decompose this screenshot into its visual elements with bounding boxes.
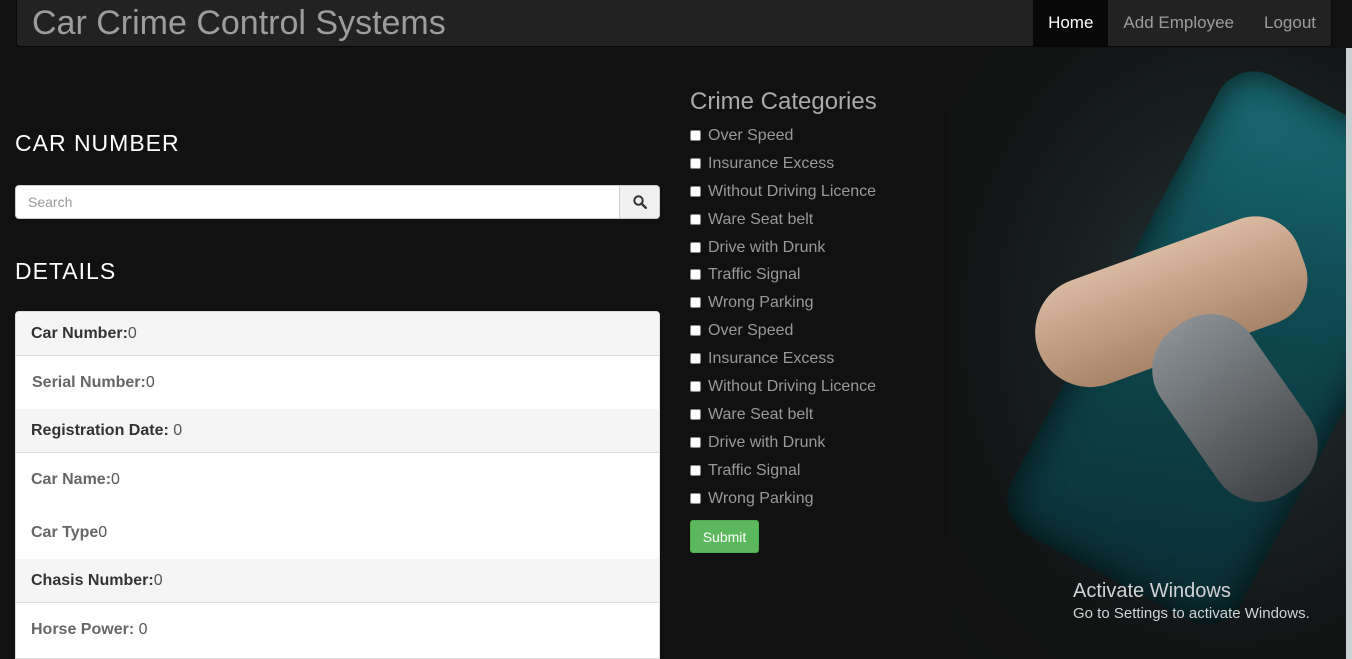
checkbox[interactable]	[690, 269, 701, 281]
category-label: Insurance Excess	[708, 154, 835, 172]
category-label: Wrong Parking	[708, 489, 814, 507]
category-label: Over Speed	[708, 322, 794, 340]
background-photo	[950, 48, 1352, 659]
category-item[interactable]: Drive with Drunk	[690, 239, 876, 267]
checkbox[interactable]	[690, 325, 701, 337]
detail-row-serial-number: Serial Number:0	[16, 356, 659, 409]
category-item[interactable]: Without Driving Licence	[690, 378, 876, 406]
category-item[interactable]: Ware Seat belt	[690, 211, 876, 239]
detail-label: Car Type	[31, 524, 99, 541]
detail-label: Chasis Number:	[31, 572, 154, 589]
detail-row-chasis-number: Chasis Number:0	[16, 559, 659, 603]
detail-value: 0	[111, 471, 120, 488]
detail-label: Registration Date:	[31, 422, 169, 439]
detail-value: 0	[153, 572, 163, 589]
category-item[interactable]: Insurance Excess	[690, 155, 876, 183]
nav-add-employee[interactable]: Add Employee	[1108, 0, 1249, 46]
checkbox[interactable]	[690, 157, 701, 169]
detail-row-registration-date: Registration Date: 0	[16, 409, 659, 453]
nav-home[interactable]: Home	[1033, 0, 1109, 46]
detail-value: 0	[168, 422, 183, 439]
windows-activation-watermark: Activate Windows Go to Settings to activ…	[1073, 580, 1310, 622]
category-label: Without Driving Licence	[708, 378, 877, 396]
category-item[interactable]: Traffic Signal	[690, 462, 876, 490]
search-button[interactable]	[620, 185, 660, 219]
nav-logout[interactable]: Logout	[1249, 0, 1331, 46]
checkbox[interactable]	[690, 492, 701, 504]
details-heading: DETAILS	[15, 258, 117, 284]
checkbox[interactable]	[690, 130, 701, 141]
search-icon	[632, 195, 647, 209]
category-item[interactable]: Without Driving Licence	[690, 183, 876, 211]
search-bar	[15, 185, 660, 219]
checkbox[interactable]	[690, 297, 701, 309]
navbar: Car Crime Control Systems Home Add Emplo…	[16, 0, 1332, 47]
category-label: Ware Seat belt	[708, 210, 814, 228]
category-item[interactable]: Drive with Drunk	[690, 434, 876, 462]
checkbox[interactable]	[690, 381, 701, 393]
category-label: Traffic Signal	[708, 266, 801, 284]
watermark-subtitle: Go to Settings to activate Windows.	[1073, 605, 1310, 622]
car-number-heading: CAR NUMBER	[15, 130, 180, 156]
category-item[interactable]: Ware Seat belt	[690, 406, 876, 434]
checkbox[interactable]	[690, 436, 701, 448]
crime-category-list: Over Speed Insurance Excess Without Driv…	[690, 127, 876, 517]
category-label: Without Driving Licence	[708, 182, 877, 200]
checkbox[interactable]	[690, 213, 701, 225]
category-label: Wrong Parking	[708, 294, 814, 312]
checkbox[interactable]	[690, 408, 701, 420]
detail-label: Car Number:	[31, 325, 128, 342]
category-label: Traffic Signal	[708, 461, 801, 479]
submit-button[interactable]: Submit	[690, 520, 759, 553]
details-panel: Car Number:0 Serial Number:0 Registratio…	[15, 311, 660, 659]
category-item[interactable]: Over Speed	[690, 322, 876, 350]
detail-row-car-type: Car Type0	[16, 506, 659, 559]
checkbox[interactable]	[690, 353, 701, 365]
detail-row-horse-power: Horse Power: 0	[16, 603, 659, 656]
category-item[interactable]: Wrong Parking	[690, 294, 876, 322]
crime-categories-heading: Crime Categories	[690, 88, 877, 115]
detail-label: Car Name:	[31, 471, 112, 488]
category-label: Drive with Drunk	[708, 433, 826, 451]
detail-row-car-number: Car Number:0	[16, 312, 659, 356]
checkbox[interactable]	[690, 464, 701, 476]
detail-label: Serial Number:	[32, 374, 146, 391]
scroll-edge	[1346, 48, 1352, 659]
detail-value: 0	[134, 621, 148, 638]
checkbox[interactable]	[690, 241, 701, 253]
brand-title[interactable]: Car Crime Control Systems	[32, 4, 446, 42]
detail-label: Horse Power:	[31, 621, 135, 638]
category-item[interactable]: Insurance Excess	[690, 350, 876, 378]
category-item[interactable]: Over Speed	[690, 127, 876, 155]
category-label: Over Speed	[708, 127, 794, 144]
detail-row-car-name: Car Name:0	[16, 453, 659, 506]
watermark-title: Activate Windows	[1073, 580, 1231, 602]
category-item[interactable]: Traffic Signal	[690, 266, 876, 294]
checkbox[interactable]	[690, 185, 701, 197]
detail-value: 0	[127, 325, 137, 342]
detail-value: 0	[98, 524, 108, 541]
category-item[interactable]: Wrong Parking	[690, 490, 876, 518]
nav-links: Home Add Employee Logout	[1033, 0, 1331, 46]
search-input[interactable]	[15, 185, 620, 219]
category-label: Ware Seat belt	[708, 405, 814, 423]
detail-value: 0	[145, 374, 155, 391]
category-label: Insurance Excess	[708, 350, 835, 368]
category-label: Drive with Drunk	[708, 238, 826, 256]
